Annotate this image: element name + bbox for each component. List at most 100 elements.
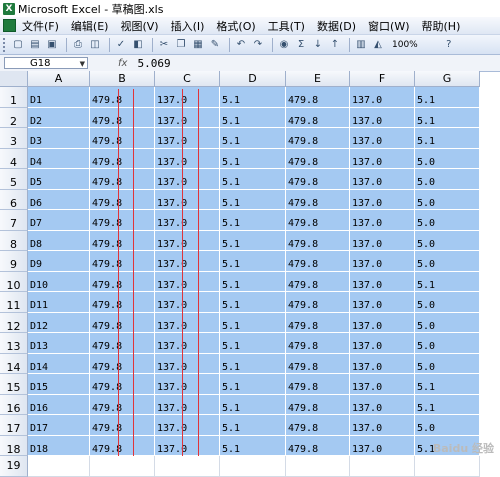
table-cell[interactable]: 5.1 xyxy=(220,230,286,251)
table-cell[interactable]: 137.0 xyxy=(350,415,415,436)
menu-data[interactable]: 数据(D) xyxy=(317,18,356,34)
format-painter-icon[interactable]: ✎ xyxy=(208,38,222,52)
table-cell[interactable]: 137.0 xyxy=(350,189,415,210)
row-header[interactable]: 1 xyxy=(0,87,28,108)
table-cell[interactable]: 137.0 xyxy=(155,169,220,190)
menu-window[interactable]: 窗口(W) xyxy=(368,18,409,34)
table-cell[interactable]: 479.8 xyxy=(286,148,350,169)
formula-input[interactable]: 5.069 xyxy=(137,57,170,70)
row-header[interactable]: 19 xyxy=(0,456,28,477)
table-cell[interactable]: 479.8 xyxy=(90,210,155,231)
table-cell[interactable]: 137.0 xyxy=(350,210,415,231)
column-header-e[interactable]: E xyxy=(286,71,350,87)
table-cell[interactable]: 137.0 xyxy=(155,189,220,210)
redo-icon[interactable]: ↷ xyxy=(251,38,265,52)
table-cell[interactable]: 479.8 xyxy=(90,148,155,169)
table-cell[interactable]: 137.0 xyxy=(350,435,415,456)
help-icon[interactable]: ? xyxy=(442,38,456,52)
table-cell[interactable]: 479.8 xyxy=(286,394,350,415)
table-cell[interactable]: 5.1 xyxy=(415,374,480,395)
table-cell[interactable]: D13 xyxy=(28,333,90,354)
name-box[interactable]: G18 ▼ xyxy=(4,57,88,69)
open-icon[interactable]: ▤ xyxy=(28,38,42,52)
table-cell[interactable]: 479.8 xyxy=(90,128,155,149)
table-cell[interactable]: D15 xyxy=(28,374,90,395)
table-cell[interactable]: 479.8 xyxy=(90,374,155,395)
table-cell[interactable]: 5.1 xyxy=(220,374,286,395)
table-cell[interactable] xyxy=(220,456,286,477)
table-cell[interactable]: 479.8 xyxy=(286,271,350,292)
table-cell[interactable]: 137.0 xyxy=(350,353,415,374)
table-cell[interactable]: 479.8 xyxy=(90,230,155,251)
table-cell[interactable]: 137.0 xyxy=(350,87,415,108)
row-header[interactable]: 7 xyxy=(0,210,28,231)
row-header[interactable]: 17 xyxy=(0,415,28,436)
table-cell[interactable] xyxy=(415,456,480,477)
table-cell[interactable]: 479.8 xyxy=(90,435,155,456)
save-icon[interactable]: ▣ xyxy=(45,38,59,52)
table-cell[interactable]: 5.0 xyxy=(415,312,480,333)
table-cell[interactable]: D8 xyxy=(28,230,90,251)
column-header-c[interactable]: C xyxy=(155,71,220,87)
table-cell[interactable]: 479.8 xyxy=(90,353,155,374)
table-cell[interactable]: 479.8 xyxy=(90,333,155,354)
table-cell[interactable]: 137.0 xyxy=(350,251,415,272)
row-header[interactable]: 16 xyxy=(0,394,28,415)
table-cell[interactable]: D16 xyxy=(28,394,90,415)
menu-tools[interactable]: 工具(T) xyxy=(268,18,305,34)
table-cell[interactable] xyxy=(286,456,350,477)
table-cell[interactable]: 137.0 xyxy=(350,230,415,251)
table-cell[interactable]: 5.1 xyxy=(220,148,286,169)
copy-icon[interactable]: ❐ xyxy=(174,38,188,52)
row-header[interactable]: 9 xyxy=(0,251,28,272)
table-cell[interactable]: 5.0 xyxy=(415,292,480,313)
table-cell[interactable]: 5.1 xyxy=(220,394,286,415)
table-cell[interactable]: 5.1 xyxy=(220,292,286,313)
table-cell[interactable]: 137.0 xyxy=(155,312,220,333)
table-cell[interactable]: 479.8 xyxy=(286,435,350,456)
table-cell[interactable]: 137.0 xyxy=(155,148,220,169)
table-cell[interactable]: 5.1 xyxy=(220,107,286,128)
table-cell[interactable]: 479.8 xyxy=(90,107,155,128)
row-header[interactable]: 2 xyxy=(0,107,28,128)
table-cell[interactable]: 5.1 xyxy=(415,107,480,128)
table-cell[interactable]: 5.0 xyxy=(415,148,480,169)
column-header-b[interactable]: B xyxy=(90,71,155,87)
table-cell[interactable]: 5.1 xyxy=(220,333,286,354)
table-cell[interactable]: D3 xyxy=(28,128,90,149)
chevron-down-icon[interactable]: ▼ xyxy=(80,58,85,70)
table-cell[interactable]: 137.0 xyxy=(155,230,220,251)
table-cell[interactable]: D12 xyxy=(28,312,90,333)
undo-icon[interactable]: ↶ xyxy=(234,38,248,52)
sort-ascending-icon[interactable]: ↓ xyxy=(311,38,325,52)
new-icon[interactable]: ▢ xyxy=(11,38,25,52)
table-cell[interactable]: D10 xyxy=(28,271,90,292)
column-header-a[interactable]: A xyxy=(28,71,90,87)
row-header[interactable]: 3 xyxy=(0,128,28,149)
table-cell[interactable]: 137.0 xyxy=(350,148,415,169)
row-header[interactable]: 15 xyxy=(0,374,28,395)
workbook-icon[interactable] xyxy=(3,19,16,32)
row-header[interactable]: 8 xyxy=(0,230,28,251)
table-cell[interactable]: 5.1 xyxy=(415,87,480,108)
print-preview-icon[interactable]: ◫ xyxy=(88,38,102,52)
menu-file[interactable]: 文件(F) xyxy=(22,18,59,34)
table-cell[interactable]: 479.8 xyxy=(90,312,155,333)
table-cell[interactable]: 137.0 xyxy=(350,292,415,313)
table-cell[interactable]: 5.1 xyxy=(220,271,286,292)
table-cell[interactable] xyxy=(155,456,220,477)
research-icon[interactable]: ◧ xyxy=(131,38,145,52)
table-cell[interactable]: 479.8 xyxy=(286,292,350,313)
table-cell[interactable]: D9 xyxy=(28,251,90,272)
table-cell[interactable]: 5.1 xyxy=(220,189,286,210)
table-cell[interactable]: 137.0 xyxy=(350,394,415,415)
toolbar-grip[interactable] xyxy=(3,37,8,52)
table-cell[interactable]: 137.0 xyxy=(350,374,415,395)
table-cell[interactable]: 5.1 xyxy=(220,87,286,108)
table-cell[interactable]: 479.8 xyxy=(90,87,155,108)
table-cell[interactable]: 479.8 xyxy=(286,333,350,354)
print-icon[interactable]: ⎙ xyxy=(71,38,85,52)
column-header-g[interactable]: G xyxy=(415,71,480,87)
table-cell[interactable]: D14 xyxy=(28,353,90,374)
menu-view[interactable]: 视图(V) xyxy=(120,18,158,34)
